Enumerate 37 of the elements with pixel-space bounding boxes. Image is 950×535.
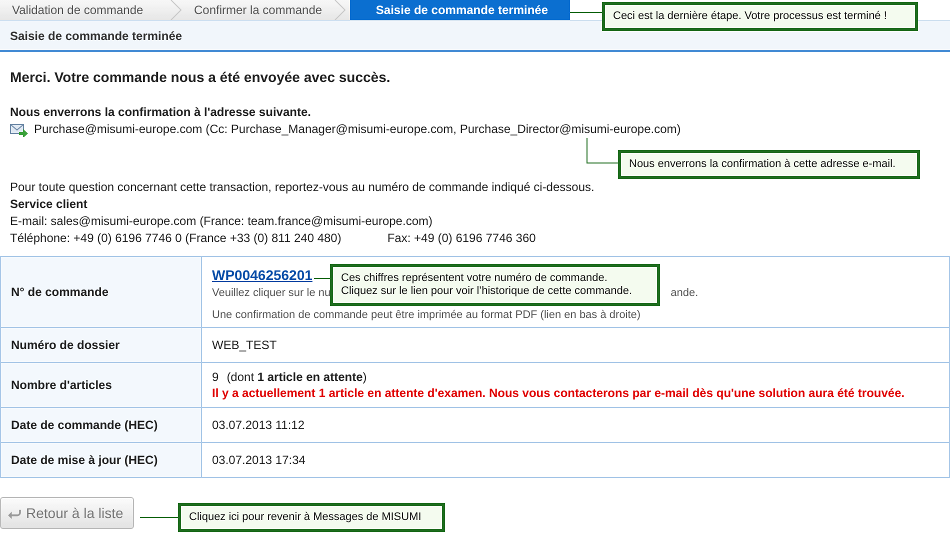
row-label: Numéro de dossier	[0, 328, 202, 362]
email-address: Purchase@misumi-europe.com (Cc: Purchase_Manager@misumi-europe.com, Purchase_Director@misumi-europe.com)	[34, 121, 681, 138]
confirmation-heading: Nous enverrons la confirmation à l'adresse suivante.	[10, 104, 312, 121]
table-cell: 03.07.2013 17:34	[202, 442, 950, 478]
callout-text: Cliquez ici pour revenir à Messages de MISUMI	[189, 511, 422, 524]
return-arrow-icon	[8, 508, 21, 518]
row-label: Nombre d'articles	[0, 362, 202, 408]
article-count: 9	[212, 369, 219, 385]
callout-text: Cliquez sur le lien pour voir l’historique de cette commande.	[341, 285, 634, 298]
success-message: Merci. Votre commande nous a été envoyée avec succès.	[10, 69, 392, 86]
back-button[interactable]: Retour à la liste	[0, 497, 134, 529]
contact-intro: Pour toute question concernant cette transaction, reportez-vous au numéro de commande indiqué ci-dessous.	[10, 179, 594, 196]
callout-text: Ceci est la dernière étape. Votre processus est terminé !	[613, 10, 888, 23]
table-cell: WEB_TEST	[202, 328, 950, 362]
hint-text: ande.	[670, 287, 698, 299]
row-label: N° de commande	[0, 256, 202, 328]
chevron-icon	[170, 0, 182, 20]
step-tab[interactable]: Validation de commande	[0, 0, 170, 20]
hint-text: Veuillez cliquer sur le nu	[212, 287, 331, 299]
pdf-note: Une confirmation de commande peut être imprimée au format PDF (lien en bas à droite)	[212, 308, 642, 323]
service-phone: Téléphone: +49 (0) 6196 7746 0 (France +33 (0) 811 240 480)	[10, 230, 342, 247]
header-title: Saisie de commande terminée	[10, 28, 182, 42]
row-label: Date de commande (HEC)	[0, 408, 202, 442]
table-cell: 03.07.2013 11:12	[202, 408, 950, 442]
callout-text: Ces chiffres représentent votre numéro de commande.	[341, 272, 608, 285]
step-tab[interactable]: Confirmer la commande	[182, 0, 334, 20]
pending-warning: Il y a actuellement 1 article en attente d'examen. Nous vous contacterons par e-mail dès qu'une solution aura été trouvée.	[212, 385, 906, 401]
service-heading: Service client	[10, 196, 88, 213]
service-email: E-mail: sales@misumi-europe.com (France: team.france@misumi-europe.com)	[10, 213, 434, 230]
step-tab[interactable]: Saisie de commande terminée	[350, 0, 570, 20]
chevron-icon	[334, 0, 346, 20]
service-fax: Fax: +49 (0) 6196 7746 360	[387, 230, 536, 247]
order-number-link[interactable]: WP0046256201	[212, 267, 312, 283]
row-label: Date de mise à jour (HEC)	[0, 442, 202, 478]
callout-text: Nous enverrons la confirmation à cette adresse e-mail.	[629, 158, 897, 171]
pending-detail: (dont 1 article en attente)	[226, 369, 367, 385]
mail-forward-icon	[10, 122, 28, 136]
